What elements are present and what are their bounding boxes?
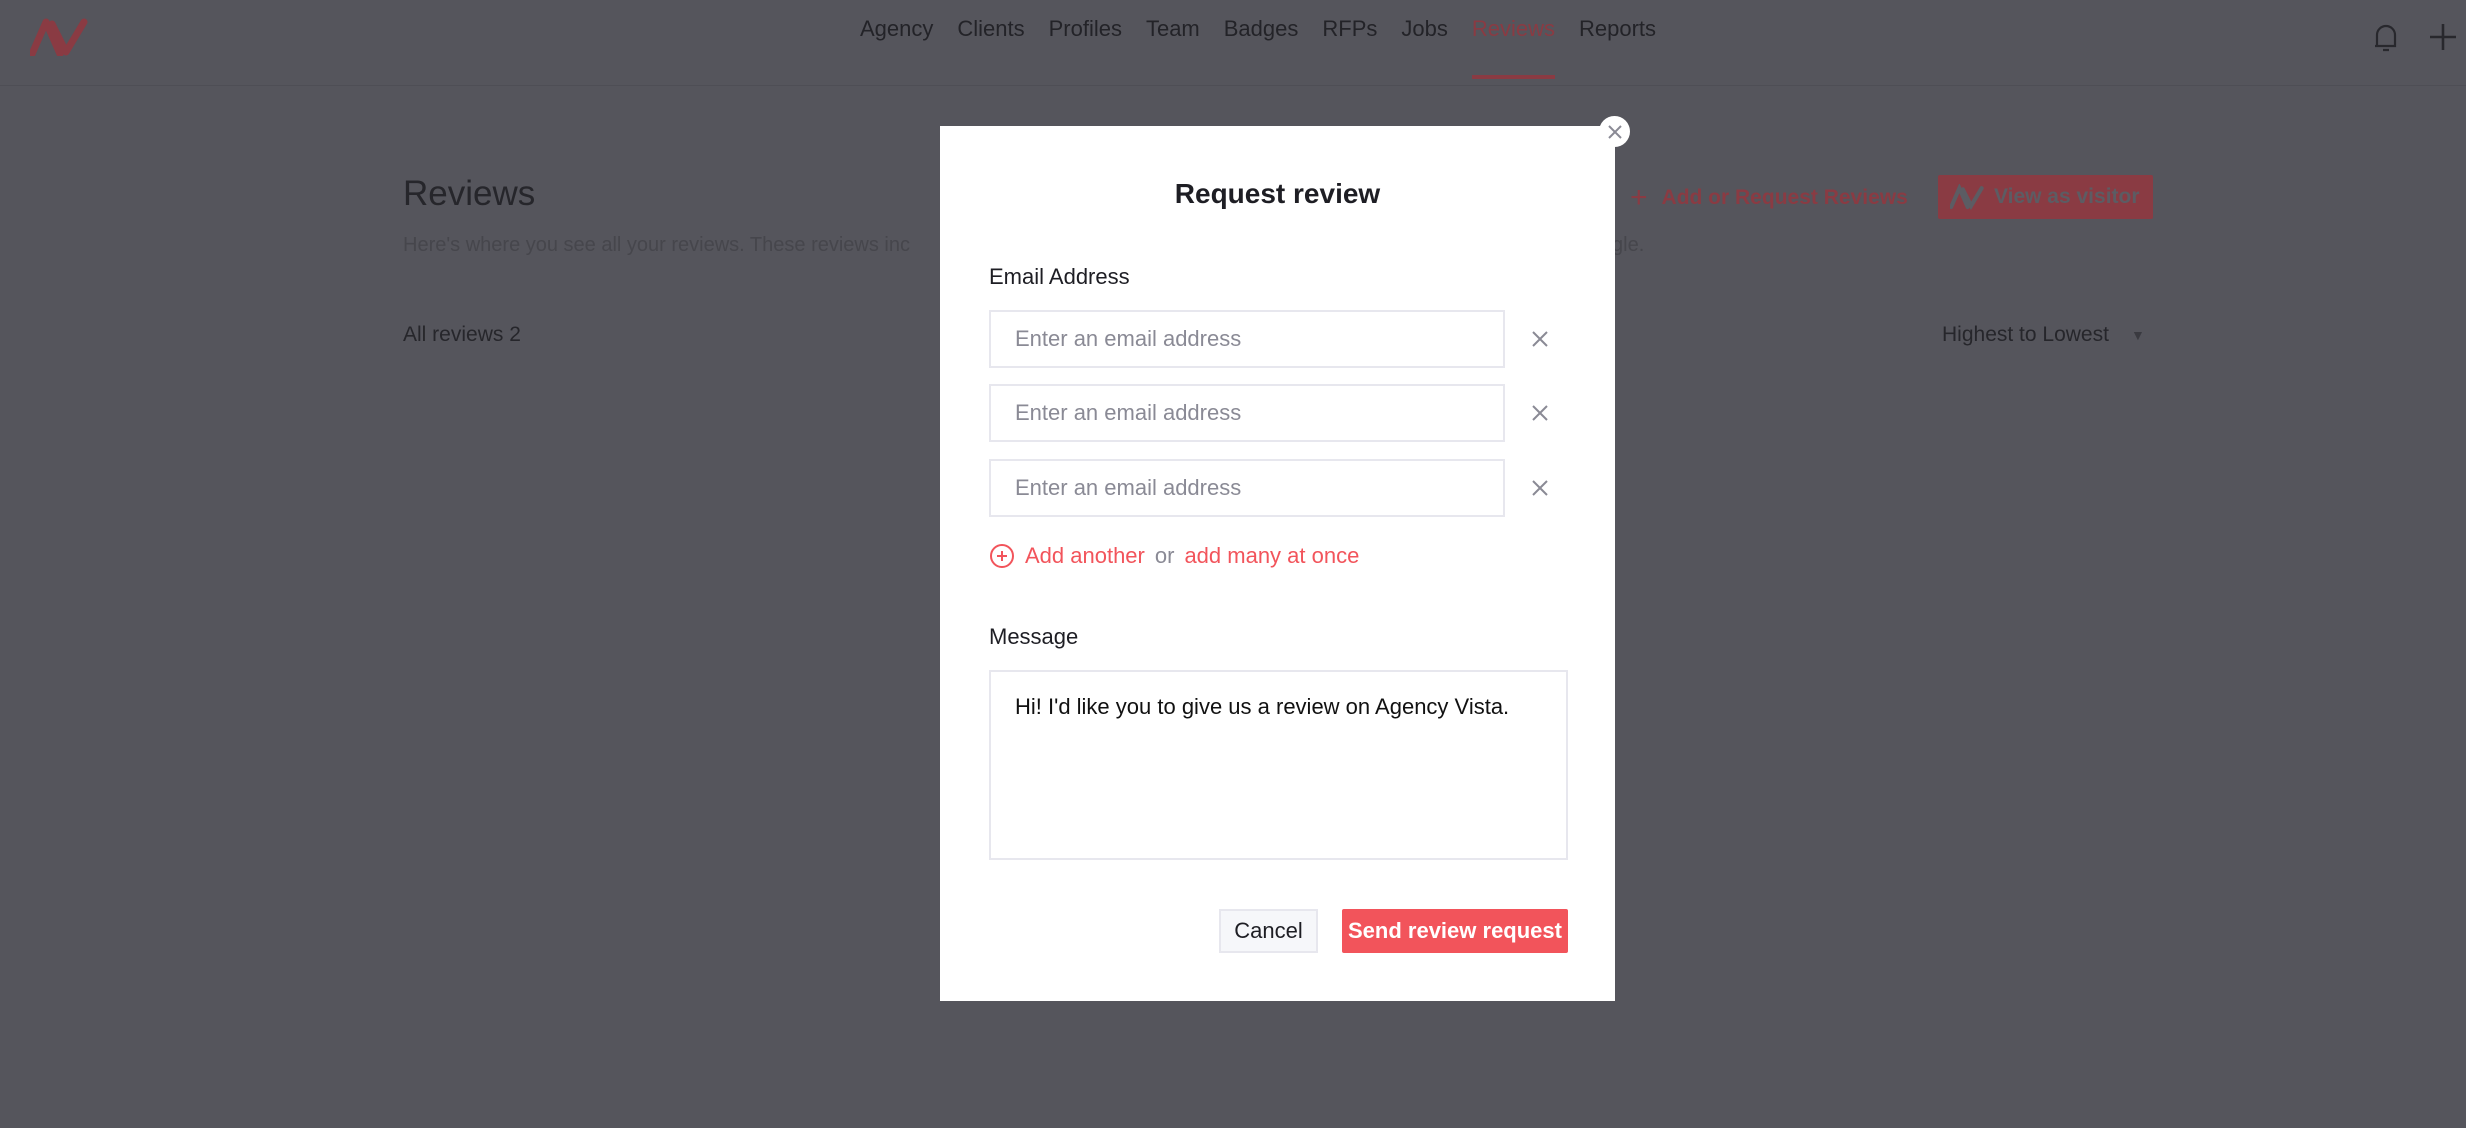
email-input-2[interactable] [989, 384, 1505, 442]
view-as-visitor-label: View as visitor [1994, 185, 2140, 208]
close-icon [1607, 124, 1622, 139]
request-review-modal: Request review Email Address Add another… [940, 126, 1615, 1001]
nav-item-badges[interactable]: Badges [1224, 16, 1299, 78]
page-subtitle-end: gle. [1612, 234, 1645, 256]
add-many-link[interactable]: add many at once [1184, 543, 1359, 569]
top-nav: Agency Clients Profiles Team Badges RFPs Jobs R… [0, 0, 2466, 86]
bell-icon[interactable] [2372, 22, 2400, 54]
send-review-request-button[interactable]: Send review request [1342, 909, 1568, 953]
remove-email-1-close-icon[interactable] [1525, 324, 1555, 354]
add-another-link[interactable]: Add another [1025, 543, 1145, 569]
nav-item-team[interactable]: Team [1146, 16, 1200, 78]
all-reviews-count: All reviews 2 [403, 323, 521, 346]
nav-item-jobs[interactable]: Jobs [1401, 16, 1447, 78]
modal-close-button[interactable] [1599, 116, 1630, 147]
or-text: or [1154, 543, 1175, 568]
sort-value: Highest to Lowest [1942, 323, 2109, 346]
nav-item-reports[interactable]: Reports [1579, 16, 1656, 78]
cancel-button[interactable]: Cancel [1219, 909, 1318, 953]
email-label: Email Address [989, 264, 1130, 289]
agency-vista-logo [1950, 184, 1984, 210]
caret-down-icon: ▼ [2130, 327, 2145, 343]
email-input-1[interactable] [989, 310, 1505, 368]
nav-item-profiles[interactable]: Profiles [1049, 16, 1122, 78]
page-subtitle: Here's where you see all your reviews. T… [403, 234, 910, 256]
nav-item-clients[interactable]: Clients [957, 16, 1024, 78]
add-request-label: Add or Request Reviews [1661, 186, 1908, 209]
nav-item-rfps[interactable]: RFPs [1322, 16, 1377, 78]
nav-item-reviews[interactable]: Reviews [1471, 16, 1556, 79]
add-request-reviews-link[interactable]: + Add or Request Reviews [1630, 181, 1908, 215]
sort-dropdown[interactable]: Highest to Lowest ▼ [1942, 323, 2145, 347]
plus-circle-icon[interactable] [989, 543, 1015, 569]
nav-item-agency[interactable]: Agency [860, 16, 933, 78]
remove-email-2-close-icon[interactable] [1525, 398, 1555, 428]
message-textarea[interactable]: Hi! I'd like you to give us a review on … [989, 670, 1568, 860]
plus-icon[interactable] [2428, 22, 2458, 52]
remove-email-3-close-icon[interactable] [1525, 473, 1555, 503]
email-input-3[interactable] [989, 459, 1505, 517]
add-email-row: Add another or add many at once [989, 543, 1359, 569]
message-label: Message [989, 624, 1079, 649]
page-title: Reviews [403, 174, 536, 213]
plus-icon: + [1630, 181, 1648, 214]
modal-title: Request review [1174, 178, 1381, 209]
view-as-visitor-button[interactable]: View as visitor [1938, 175, 2153, 219]
